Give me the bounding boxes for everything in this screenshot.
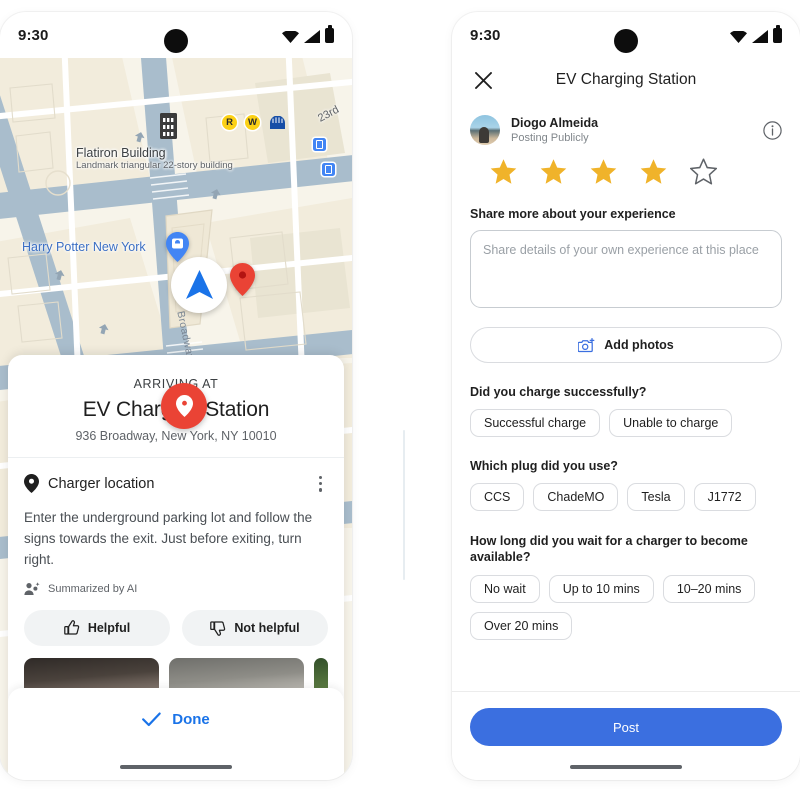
done-bar: Done bbox=[8, 688, 344, 780]
user-name: Diogo Almeida bbox=[511, 116, 599, 130]
transit-square-icon-1[interactable] bbox=[313, 138, 326, 151]
screenshot-stage: 9:30 Flatiron Building Landmark triangul… bbox=[0, 0, 800, 793]
harry-potter-place-pin[interactable] bbox=[166, 232, 189, 262]
left-phone-frame: 9:30 Flatiron Building Landmark triangul… bbox=[0, 12, 352, 780]
user-text: Diogo Almeida Posting Publicly bbox=[511, 116, 598, 144]
chip-unable-to-charge[interactable]: Unable to charge bbox=[609, 409, 733, 437]
status-time: 9:30 bbox=[18, 26, 49, 44]
right-status-bar: 9:30 bbox=[452, 12, 800, 58]
avatar[interactable] bbox=[470, 115, 500, 145]
red-destination-pin[interactable] bbox=[230, 263, 255, 296]
post-button[interactable]: Post bbox=[470, 708, 782, 746]
experience-label: Share more about your experience bbox=[470, 207, 676, 221]
charger-description: Enter the underground parking lot and fo… bbox=[24, 509, 313, 567]
question-label-1: Which plug did you use? bbox=[470, 459, 618, 473]
phone-divider bbox=[403, 430, 405, 580]
review-title: EV Charging Station bbox=[555, 71, 697, 88]
location-pin-icon bbox=[175, 395, 193, 417]
question-options-1: CCS ChadeMO Tesla J1772 bbox=[470, 483, 782, 511]
close-button[interactable] bbox=[470, 67, 496, 93]
question-options-0: Successful charge Unable to charge bbox=[470, 409, 782, 437]
navigation-arrow-puck[interactable] bbox=[171, 257, 227, 313]
chip-j1772[interactable]: J1772 bbox=[693, 483, 756, 511]
subway-icon[interactable] bbox=[268, 115, 287, 130]
add-photos-button[interactable]: Add photos bbox=[470, 327, 782, 363]
chip-tesla[interactable]: Tesla bbox=[627, 483, 685, 511]
experience-input[interactable]: Share details of your own experience at … bbox=[470, 230, 782, 308]
star-icon-empty-5[interactable] bbox=[690, 158, 717, 185]
chip-successful-charge[interactable]: Successful charge bbox=[470, 409, 601, 437]
posting-visibility: Posting Publicly bbox=[511, 132, 589, 144]
question-label-0: Did you charge successfully? bbox=[470, 385, 647, 399]
helpful-label: Helpful bbox=[87, 620, 131, 635]
chip-over-20-mins[interactable]: Over 20 mins bbox=[470, 612, 573, 640]
wifi-icon bbox=[282, 30, 299, 43]
ai-attribution-label: Summarized by AI bbox=[48, 582, 138, 595]
wifi-icon bbox=[730, 30, 747, 43]
review-header: EV Charging Station bbox=[470, 58, 782, 102]
transit-badge-r[interactable]: R bbox=[222, 115, 237, 130]
charging-station-circle-pin[interactable] bbox=[161, 383, 207, 429]
not-helpful-button[interactable]: Not helpful bbox=[182, 609, 328, 646]
helpful-button[interactable]: Helpful bbox=[24, 609, 170, 646]
navigation-arrow-icon bbox=[185, 270, 213, 299]
thumb-down-icon bbox=[210, 620, 226, 636]
camera-icon bbox=[578, 337, 595, 352]
status-icons bbox=[282, 25, 334, 43]
star-rating[interactable] bbox=[490, 158, 782, 185]
info-icon bbox=[763, 120, 782, 140]
thumb-up-icon bbox=[63, 619, 80, 635]
ai-summary-icon bbox=[24, 581, 40, 595]
star-icon-filled-2[interactable] bbox=[540, 158, 567, 185]
done-button[interactable]: Done bbox=[136, 710, 216, 729]
review-footer: Post bbox=[452, 691, 800, 780]
battery-icon bbox=[325, 25, 334, 43]
chip-10-20-mins[interactable]: 10–20 mins bbox=[662, 575, 756, 603]
transit-square-icon-2[interactable] bbox=[322, 163, 335, 176]
question-label-2: How long did you wait for a charger to b… bbox=[470, 534, 748, 564]
status-time: 9:30 bbox=[470, 26, 501, 44]
charger-location-row: Charger location bbox=[24, 472, 328, 496]
ai-attribution-row: Summarized by AI bbox=[24, 581, 328, 596]
info-button[interactable] bbox=[763, 120, 782, 140]
status-icons bbox=[730, 25, 782, 43]
signal-icon bbox=[304, 29, 320, 43]
map-pin-icon bbox=[24, 474, 39, 494]
chip-no-wait[interactable]: No wait bbox=[470, 575, 540, 603]
sheet-body: Charger location Enter the underground p… bbox=[8, 458, 344, 710]
done-label: Done bbox=[172, 711, 210, 728]
signal-icon bbox=[752, 29, 768, 43]
home-indicator bbox=[570, 765, 682, 769]
chip-ccs[interactable]: CCS bbox=[470, 483, 525, 511]
transit-badge-w[interactable]: W bbox=[245, 115, 260, 130]
chip-up-to-10-mins[interactable]: Up to 10 mins bbox=[548, 575, 654, 603]
close-icon bbox=[474, 71, 492, 89]
right-phone-frame: 9:30 EV Charging Station Diogo Almeida P… bbox=[452, 12, 800, 780]
battery-icon bbox=[773, 25, 782, 43]
chip-chademo[interactable]: ChadeMO bbox=[533, 483, 619, 511]
left-status-bar: 9:30 bbox=[0, 12, 352, 58]
question-options-2: No wait Up to 10 mins 10–20 mins Over 20… bbox=[470, 575, 782, 640]
star-icon-filled-3[interactable] bbox=[590, 158, 617, 185]
star-icon-filled-4[interactable] bbox=[640, 158, 667, 185]
not-helpful-label: Not helpful bbox=[234, 620, 300, 635]
review-form: EV Charging Station Diogo Almeida Postin… bbox=[452, 58, 800, 640]
front-camera-cutout bbox=[164, 29, 188, 53]
destination-address: 936 Broadway, New York, NY 10010 bbox=[75, 429, 277, 443]
user-row: Diogo Almeida Posting Publicly bbox=[470, 115, 782, 145]
check-icon bbox=[142, 712, 161, 727]
feedback-row: Helpful Not helpful bbox=[24, 609, 328, 646]
transit-badges[interactable]: R W bbox=[222, 115, 287, 130]
home-indicator bbox=[120, 765, 232, 769]
star-icon-filled-1[interactable] bbox=[490, 158, 517, 185]
add-photos-label: Add photos bbox=[604, 338, 674, 352]
more-options-icon[interactable] bbox=[313, 472, 328, 496]
charger-location-title: Charger location bbox=[48, 475, 155, 492]
front-camera-cutout bbox=[614, 29, 638, 53]
